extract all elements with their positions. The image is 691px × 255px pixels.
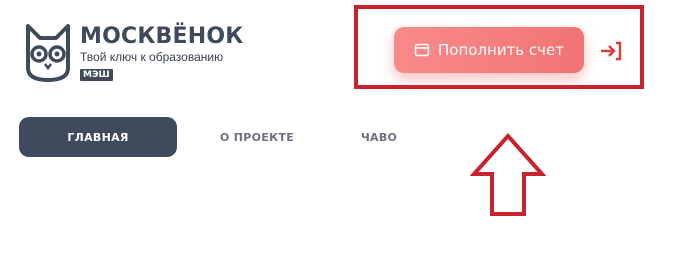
tab-faq[interactable]: ЧАВО	[339, 117, 419, 157]
brand-name: МОСКВЁНОК	[80, 24, 244, 49]
page: МОСКВЁНОК Твой ключ к образованию МЭШ По…	[0, 0, 691, 255]
brand-tagline: Твой ключ к образованию	[80, 50, 224, 64]
topup-button[interactable]: Пополнить счет	[394, 27, 584, 73]
tab-about[interactable]: О ПРОЕКТЕ	[199, 117, 315, 157]
owl-logo-icon[interactable]	[24, 24, 72, 82]
mesh-badge: МЭШ	[80, 69, 113, 81]
login-arrow-icon[interactable]	[600, 41, 622, 61]
up-arrow-icon	[469, 132, 547, 218]
logo-text[interactable]: МОСКВЁНОК Твой ключ к образованию МЭШ	[80, 24, 243, 82]
tab-home[interactable]: ГЛАВНАЯ	[19, 117, 177, 157]
wallet-icon	[414, 42, 430, 58]
topup-label: Пополнить счет	[437, 41, 564, 59]
